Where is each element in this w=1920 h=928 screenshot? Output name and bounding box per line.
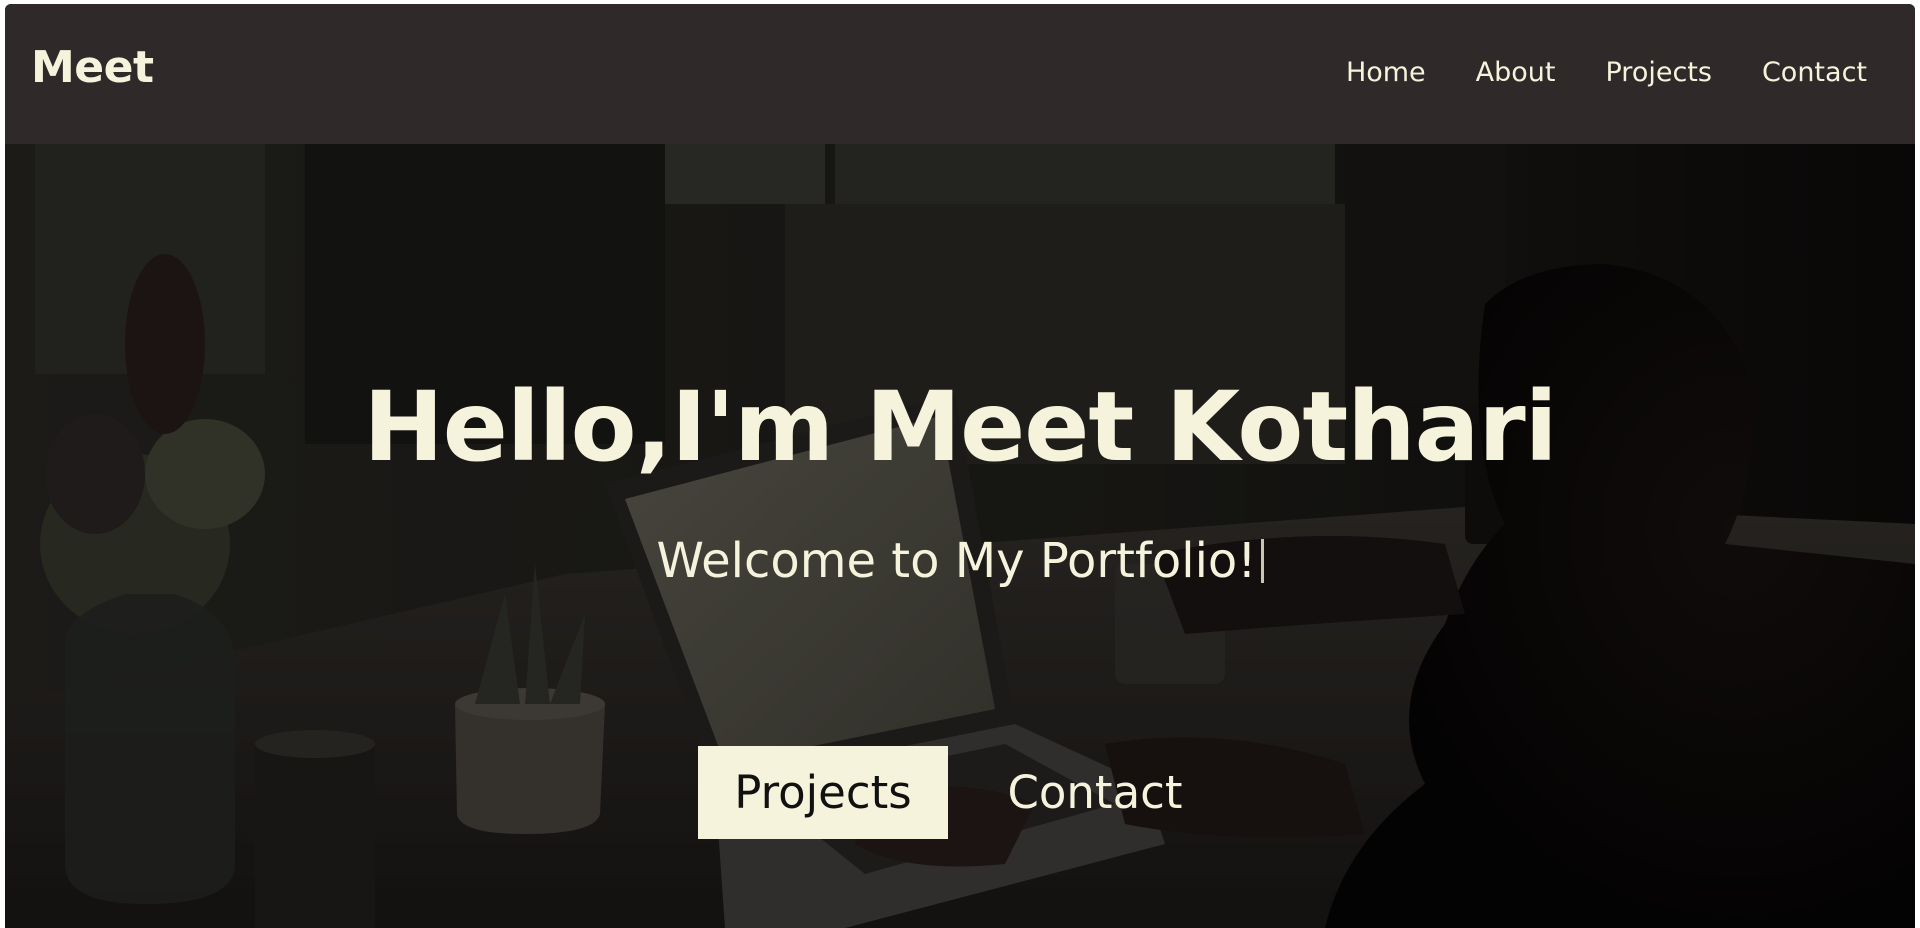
hero-section: Hello,I'm Meet Kothari Welcome to My Por… <box>5 144 1915 928</box>
typing-caret <box>1260 539 1264 583</box>
nav-link-contact[interactable]: Contact <box>1762 59 1867 86</box>
nav-links: Home About Projects Contact <box>1346 59 1867 86</box>
nav-link-projects[interactable]: Projects <box>1606 59 1712 86</box>
hero-subtitle: Welcome to My Portfolio! <box>656 533 1257 589</box>
nav-link-about[interactable]: About <box>1476 59 1556 86</box>
browser-viewport: Meet Home About Projects Contact Hello,I… <box>5 4 1915 928</box>
brand-logo[interactable]: Meet <box>31 46 154 90</box>
navbar: Meet Home About Projects Contact <box>5 4 1915 144</box>
nav-link-home[interactable]: Home <box>1346 59 1426 86</box>
projects-button[interactable]: Projects <box>698 746 948 839</box>
contact-button[interactable]: Contact <box>995 746 1195 839</box>
hero-title: Hello,I'm Meet Kothari <box>363 371 1557 483</box>
hero-subtitle-line: Welcome to My Portfolio! <box>5 537 1915 585</box>
